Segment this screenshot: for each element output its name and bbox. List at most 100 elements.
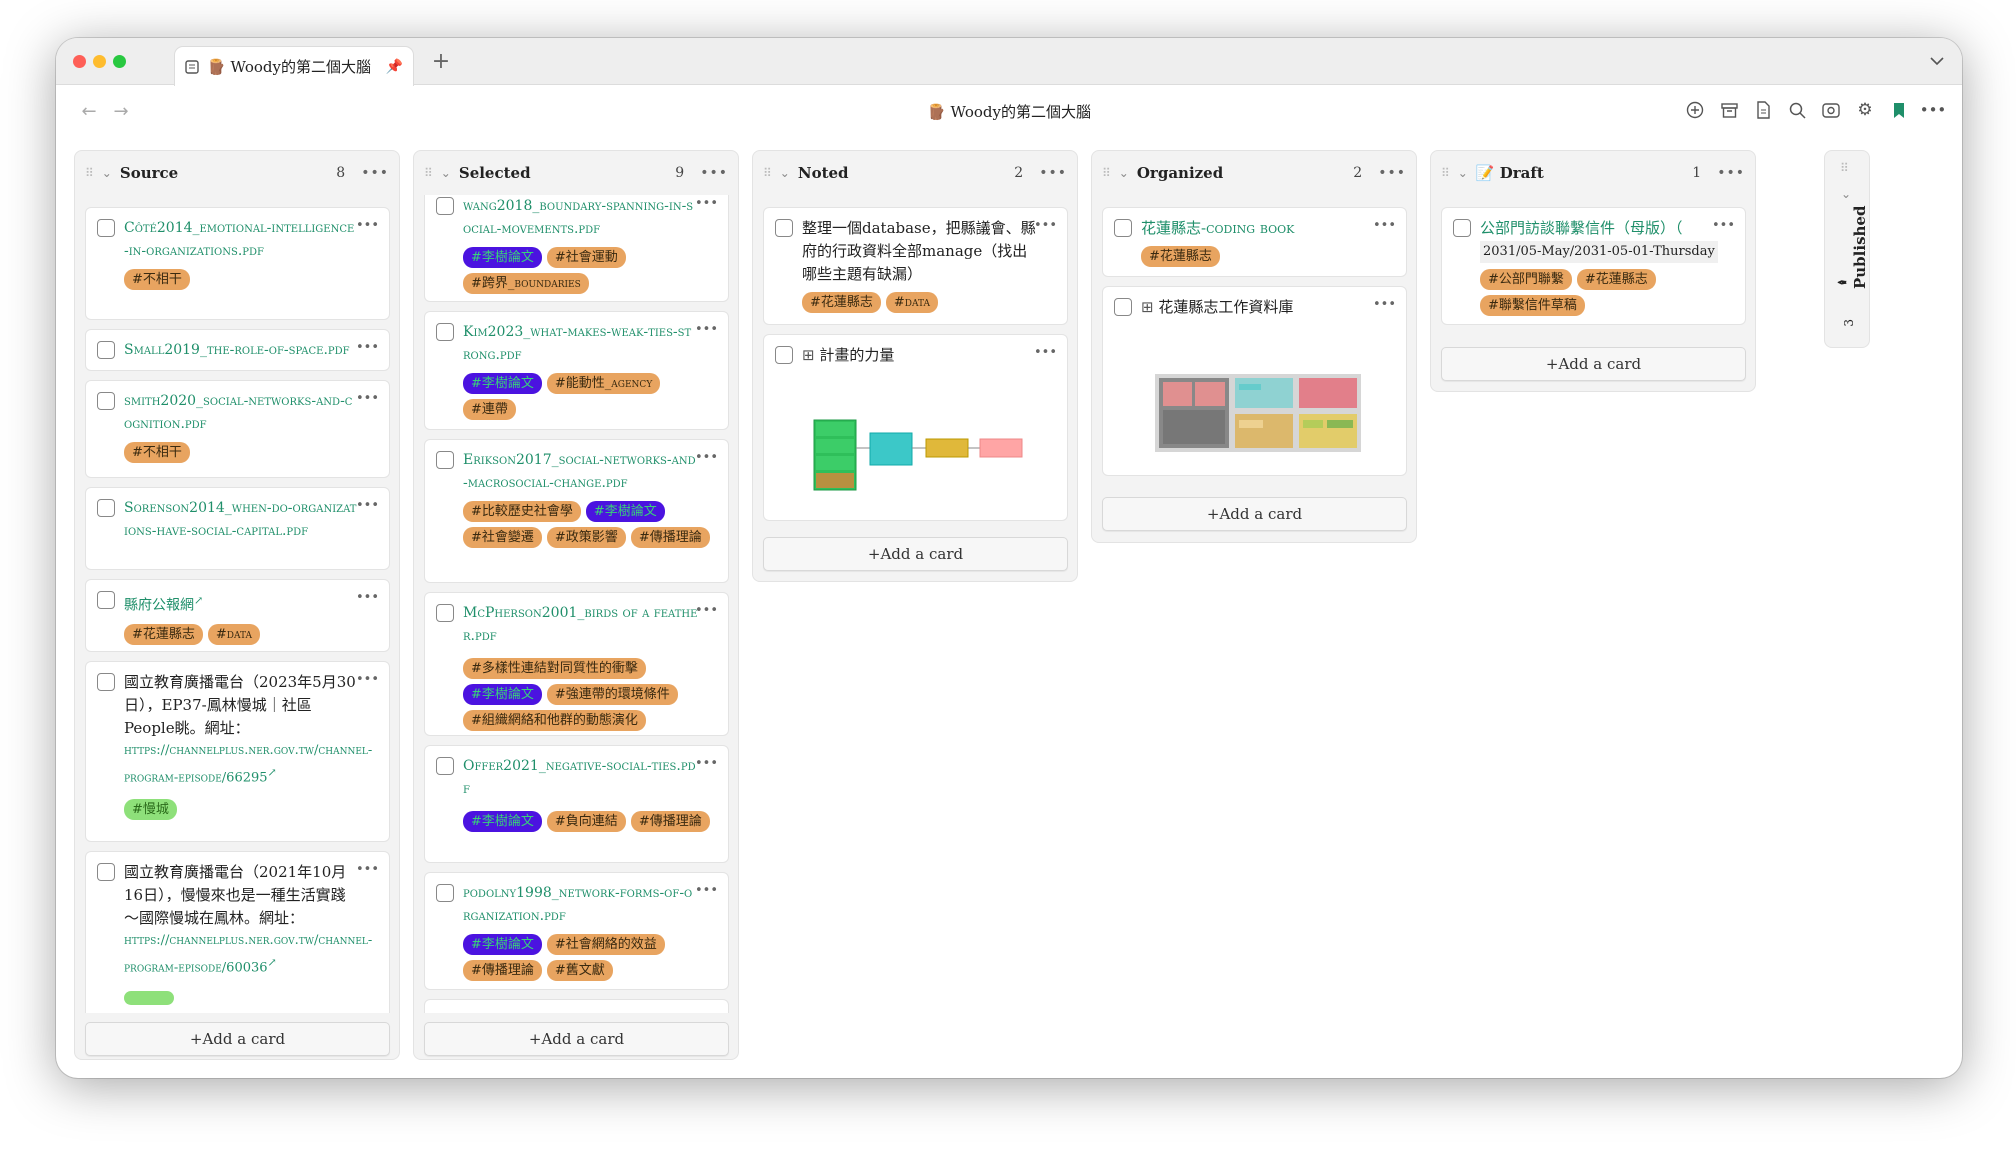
card-checkbox[interactable] — [1114, 219, 1132, 237]
close-window-button[interactable] — [73, 55, 86, 68]
card-menu-icon[interactable]: ••• — [356, 862, 379, 877]
card-menu-icon[interactable]: ••• — [356, 391, 379, 406]
add-card-button[interactable]: +Add a card — [424, 1022, 729, 1056]
lane-published-collapsed[interactable]: ⠿ ⌄ ✒ Published 3 — [1824, 150, 1870, 348]
tag[interactable]: #聯繫信件草稿 — [1480, 295, 1585, 316]
chevron-down-icon[interactable] — [1926, 50, 1948, 72]
card-link[interactable]: Offer2021_negative-social-ties.pdf — [463, 755, 716, 801]
card-checkbox[interactable] — [436, 451, 454, 469]
tag[interactable]: #能動性_agency — [546, 373, 661, 394]
card-checkbox[interactable] — [775, 219, 793, 237]
tag[interactable]: #data — [885, 292, 939, 313]
card-menu-icon[interactable]: ••• — [1373, 218, 1396, 233]
lane-menu-icon[interactable]: ••• — [700, 165, 728, 181]
card-date[interactable]: 2031/05-May/2031-05-01-Thursday — [1480, 241, 1718, 263]
lane-menu-icon[interactable]: ••• — [1039, 165, 1067, 181]
tag[interactable]: #李樹論文 — [585, 501, 665, 522]
tag[interactable]: #花蓮縣志 — [802, 292, 881, 313]
tag[interactable]: #社會變遷 — [463, 527, 542, 548]
card-checkbox[interactable] — [436, 604, 454, 622]
tag[interactable]: #負向連結 — [546, 811, 626, 832]
add-card-button[interactable]: +Add a card — [1102, 497, 1407, 531]
tag[interactable]: #李樹論文 — [463, 811, 542, 832]
card-menu-icon[interactable]: ••• — [695, 756, 718, 771]
tag[interactable]: #李樹論文 — [463, 934, 542, 955]
card-menu-icon[interactable]: ••• — [356, 590, 379, 605]
add-card-button[interactable]: +Add a card — [1441, 347, 1746, 381]
lane-menu-icon[interactable]: ••• — [1378, 165, 1406, 181]
card-menu-icon[interactable]: ••• — [1373, 297, 1396, 312]
add-card-button[interactable]: +Add a card — [763, 537, 1068, 571]
gear-icon[interactable]: ⚙ — [1854, 99, 1876, 121]
lane-menu-icon[interactable]: ••• — [1717, 165, 1745, 181]
card-url[interactable]: https://channelplus.ner.gov.tw/channel-p… — [124, 740, 377, 789]
card-checkbox[interactable] — [436, 884, 454, 902]
card[interactable]: ••• podolny1998_network-forms-of-organiz… — [424, 872, 729, 990]
card-link[interactable]: 公部門訪談聯繫信件（母版）（ — [1480, 217, 1733, 240]
card[interactable]: ••• Kim2023_what-makes-weak-ties-strong.… — [424, 311, 729, 430]
tag[interactable]: #社會網絡的效益 — [546, 934, 665, 955]
card-menu-icon[interactable]: ••• — [356, 218, 379, 233]
tag[interactable]: #不相干 — [124, 442, 190, 463]
card[interactable]: ••• 國立教育廣播電台（2021年10月16日），慢慢來也是一種生活實踐～國際… — [85, 851, 390, 1013]
search-icon[interactable] — [1786, 99, 1808, 121]
card[interactable]: ••• 國立教育廣播電台（2023年5月30日），EP37-鳳林慢城｜社區Peo… — [85, 661, 390, 842]
card-checkbox[interactable] — [1114, 298, 1132, 316]
card-url-text[interactable]: https://channelplus.ner.gov.tw/channel-p… — [124, 933, 372, 975]
tag[interactable]: #比較歷史社會學 — [463, 501, 581, 522]
tag[interactable]: #多樣性連結對同質性的衝擊 — [463, 658, 646, 679]
card-link[interactable]: 花蓮縣志-coding book — [1141, 217, 1394, 240]
tag[interactable]: #公部門聯繫 — [1480, 269, 1572, 290]
tag[interactable]: #強連帶的環境條件 — [546, 684, 678, 705]
drag-handle-icon[interactable]: ⠿ — [763, 166, 772, 180]
tag[interactable]: #組織網絡和他群的動態演化 — [463, 710, 646, 731]
card[interactable]: ••• Offer2021_negative-social-ties.pdf #… — [424, 745, 729, 863]
card-menu-icon[interactable]: ••• — [695, 450, 718, 465]
card-link[interactable]: podolny1998_network-forms-of-organizatio… — [463, 882, 716, 928]
tag[interactable]: #傳播理論 — [463, 960, 542, 981]
chevron-down-icon[interactable]: ⌄ — [780, 166, 790, 180]
tag[interactable]: #花蓮縣志 — [1576, 269, 1656, 290]
tag[interactable]: #花蓮縣志 — [1141, 246, 1220, 267]
card-checkbox[interactable] — [775, 346, 793, 364]
chevron-down-icon[interactable]: ⌄ — [441, 166, 451, 180]
card-partial[interactable] — [424, 999, 729, 1013]
card[interactable]: ••• 花蓮縣志-coding book #花蓮縣志 — [1102, 207, 1407, 277]
tag[interactable]: #傳播理論 — [630, 527, 710, 548]
tag[interactable]: #社會運動 — [546, 247, 626, 268]
card-menu-icon[interactable]: ••• — [695, 322, 718, 337]
card-checkbox[interactable] — [97, 341, 115, 359]
zoom-window-button[interactable] — [113, 55, 126, 68]
archive-icon[interactable] — [1718, 99, 1740, 121]
card-link[interactable]: Côté2014_emotional-intelligence-in-organ… — [124, 217, 377, 263]
document-icon[interactable] — [1752, 99, 1774, 121]
card-link[interactable]: 縣府公報網↗ — [124, 589, 377, 618]
more-options-icon[interactable]: ••• — [1920, 99, 1947, 121]
lane-menu-icon[interactable]: ••• — [361, 165, 389, 181]
card-checkbox[interactable] — [436, 757, 454, 775]
card-menu-icon[interactable]: ••• — [356, 672, 379, 687]
bookmark-icon[interactable] — [1888, 99, 1910, 121]
card-link[interactable]: Sorenson2014_when-do-organizations-have-… — [124, 497, 377, 543]
card-checkbox[interactable] — [97, 673, 115, 691]
drag-handle-icon[interactable]: ⠿ — [424, 166, 433, 180]
card[interactable]: ••• Sorenson2014_when-do-organizations-h… — [85, 487, 390, 570]
card[interactable]: ••• smith2020_social-networks-and-cognit… — [85, 380, 390, 478]
card-link[interactable]: Kim2023_what-makes-weak-ties-strong.pdf — [463, 321, 716, 367]
view-icon[interactable] — [1820, 99, 1842, 121]
card-url-text[interactable]: https://channelplus.ner.gov.tw/channel-p… — [124, 743, 372, 785]
card-menu-icon[interactable]: ••• — [695, 883, 718, 898]
tag[interactable]: #慢城 — [124, 799, 177, 821]
card[interactable]: ••• McPherson2001_birds of a feather.pdf… — [424, 592, 729, 736]
tag[interactable]: #舊文獻 — [546, 960, 613, 981]
pin-icon[interactable]: 📌 — [386, 59, 403, 75]
card-checkbox[interactable] — [436, 323, 454, 341]
card-link-text[interactable]: 縣府公報網 — [124, 598, 194, 614]
tag[interactable]: #data — [207, 623, 261, 645]
tag[interactable]: #李樹論文 — [463, 684, 542, 705]
card[interactable]: ••• 公部門訪談聯繫信件（母版）（ 2031/05-May/2031-05-0… — [1441, 207, 1746, 325]
chevron-down-icon[interactable]: ⌄ — [1119, 166, 1129, 180]
card-checkbox[interactable] — [97, 591, 115, 609]
add-card-button[interactable]: +Add a card — [85, 1022, 390, 1056]
card-menu-icon[interactable]: ••• — [695, 603, 718, 618]
